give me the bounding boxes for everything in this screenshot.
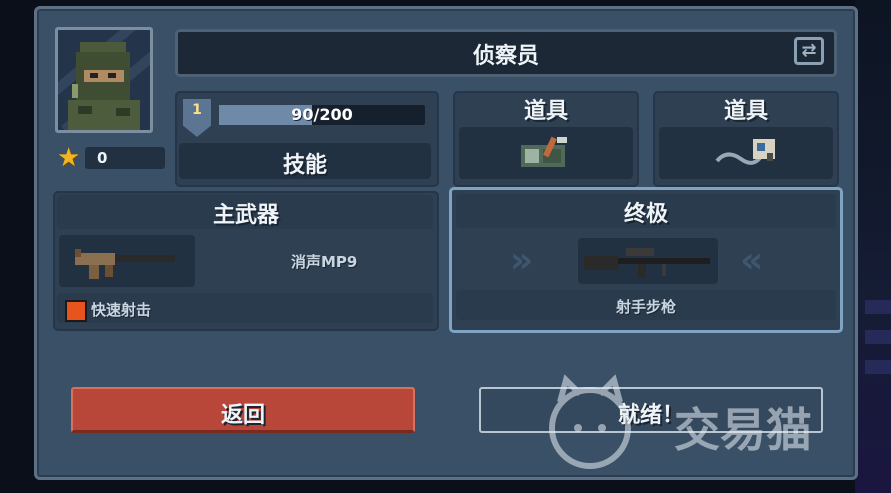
cat-logo-icon — [549, 374, 631, 469]
star-counter: 0 ★ — [57, 143, 165, 173]
level-number: 1 — [192, 102, 202, 118]
xp-text: 90/200 — [291, 105, 353, 124]
primary-weapon-title: 主武器 — [212, 203, 279, 228]
chevron-right-icon: » — [510, 240, 534, 281]
background-brick — [865, 330, 891, 344]
xp-bar: 90/200 — [219, 105, 425, 125]
ultimate-name: 射手步枪 — [615, 298, 676, 316]
switch-character-icon[interactable]: ⇄ — [794, 37, 824, 65]
back-button[interactable]: 返回 — [71, 387, 415, 433]
detonator-icon — [715, 139, 775, 165]
ultimate-title: 终极 — [623, 202, 668, 227]
item-slot-2[interactable]: 道具 — [653, 91, 839, 187]
background-brick — [865, 300, 891, 314]
star-count: 0 — [85, 147, 165, 169]
watermark-text: 交易猫 — [674, 403, 812, 457]
character-portrait[interactable] — [55, 27, 153, 133]
smg-icon — [75, 249, 175, 279]
item-slot-1[interactable]: 道具 — [453, 91, 639, 187]
primary-weapon-name: 消声MP9 — [291, 253, 358, 271]
level-shield-icon: 1 — [183, 99, 211, 137]
primary-weapon-perk: 快速射击 — [91, 301, 152, 319]
primary-weapon-panel[interactable]: 主武器 消声MP9 快速射击 — [53, 191, 439, 331]
grenade-pouch-icon — [521, 136, 567, 167]
sniper-rifle-icon — [584, 248, 710, 278]
background-brick — [865, 360, 891, 374]
skill-panel[interactable]: 1 90/200 技能 — [175, 91, 439, 187]
character-name-bar: 侦察员 ⇄ — [175, 29, 837, 77]
star-icon: ★ — [57, 143, 81, 173]
item-slot-label: 道具 — [723, 99, 768, 124]
item-slot-label: 道具 — [523, 99, 568, 124]
watermark: 交易猫 — [540, 372, 860, 472]
scout-avatar-icon — [68, 42, 140, 130]
back-button-label: 返回 — [220, 403, 265, 428]
character-name: 侦察员 — [472, 44, 539, 69]
ultimate-panel[interactable]: 终极 » « 射手步枪 — [449, 187, 843, 333]
background-scene — [855, 0, 891, 493]
chevron-left-icon: « — [740, 240, 764, 281]
skill-label: 技能 — [282, 153, 327, 178]
quick-fire-icon — [65, 300, 87, 322]
